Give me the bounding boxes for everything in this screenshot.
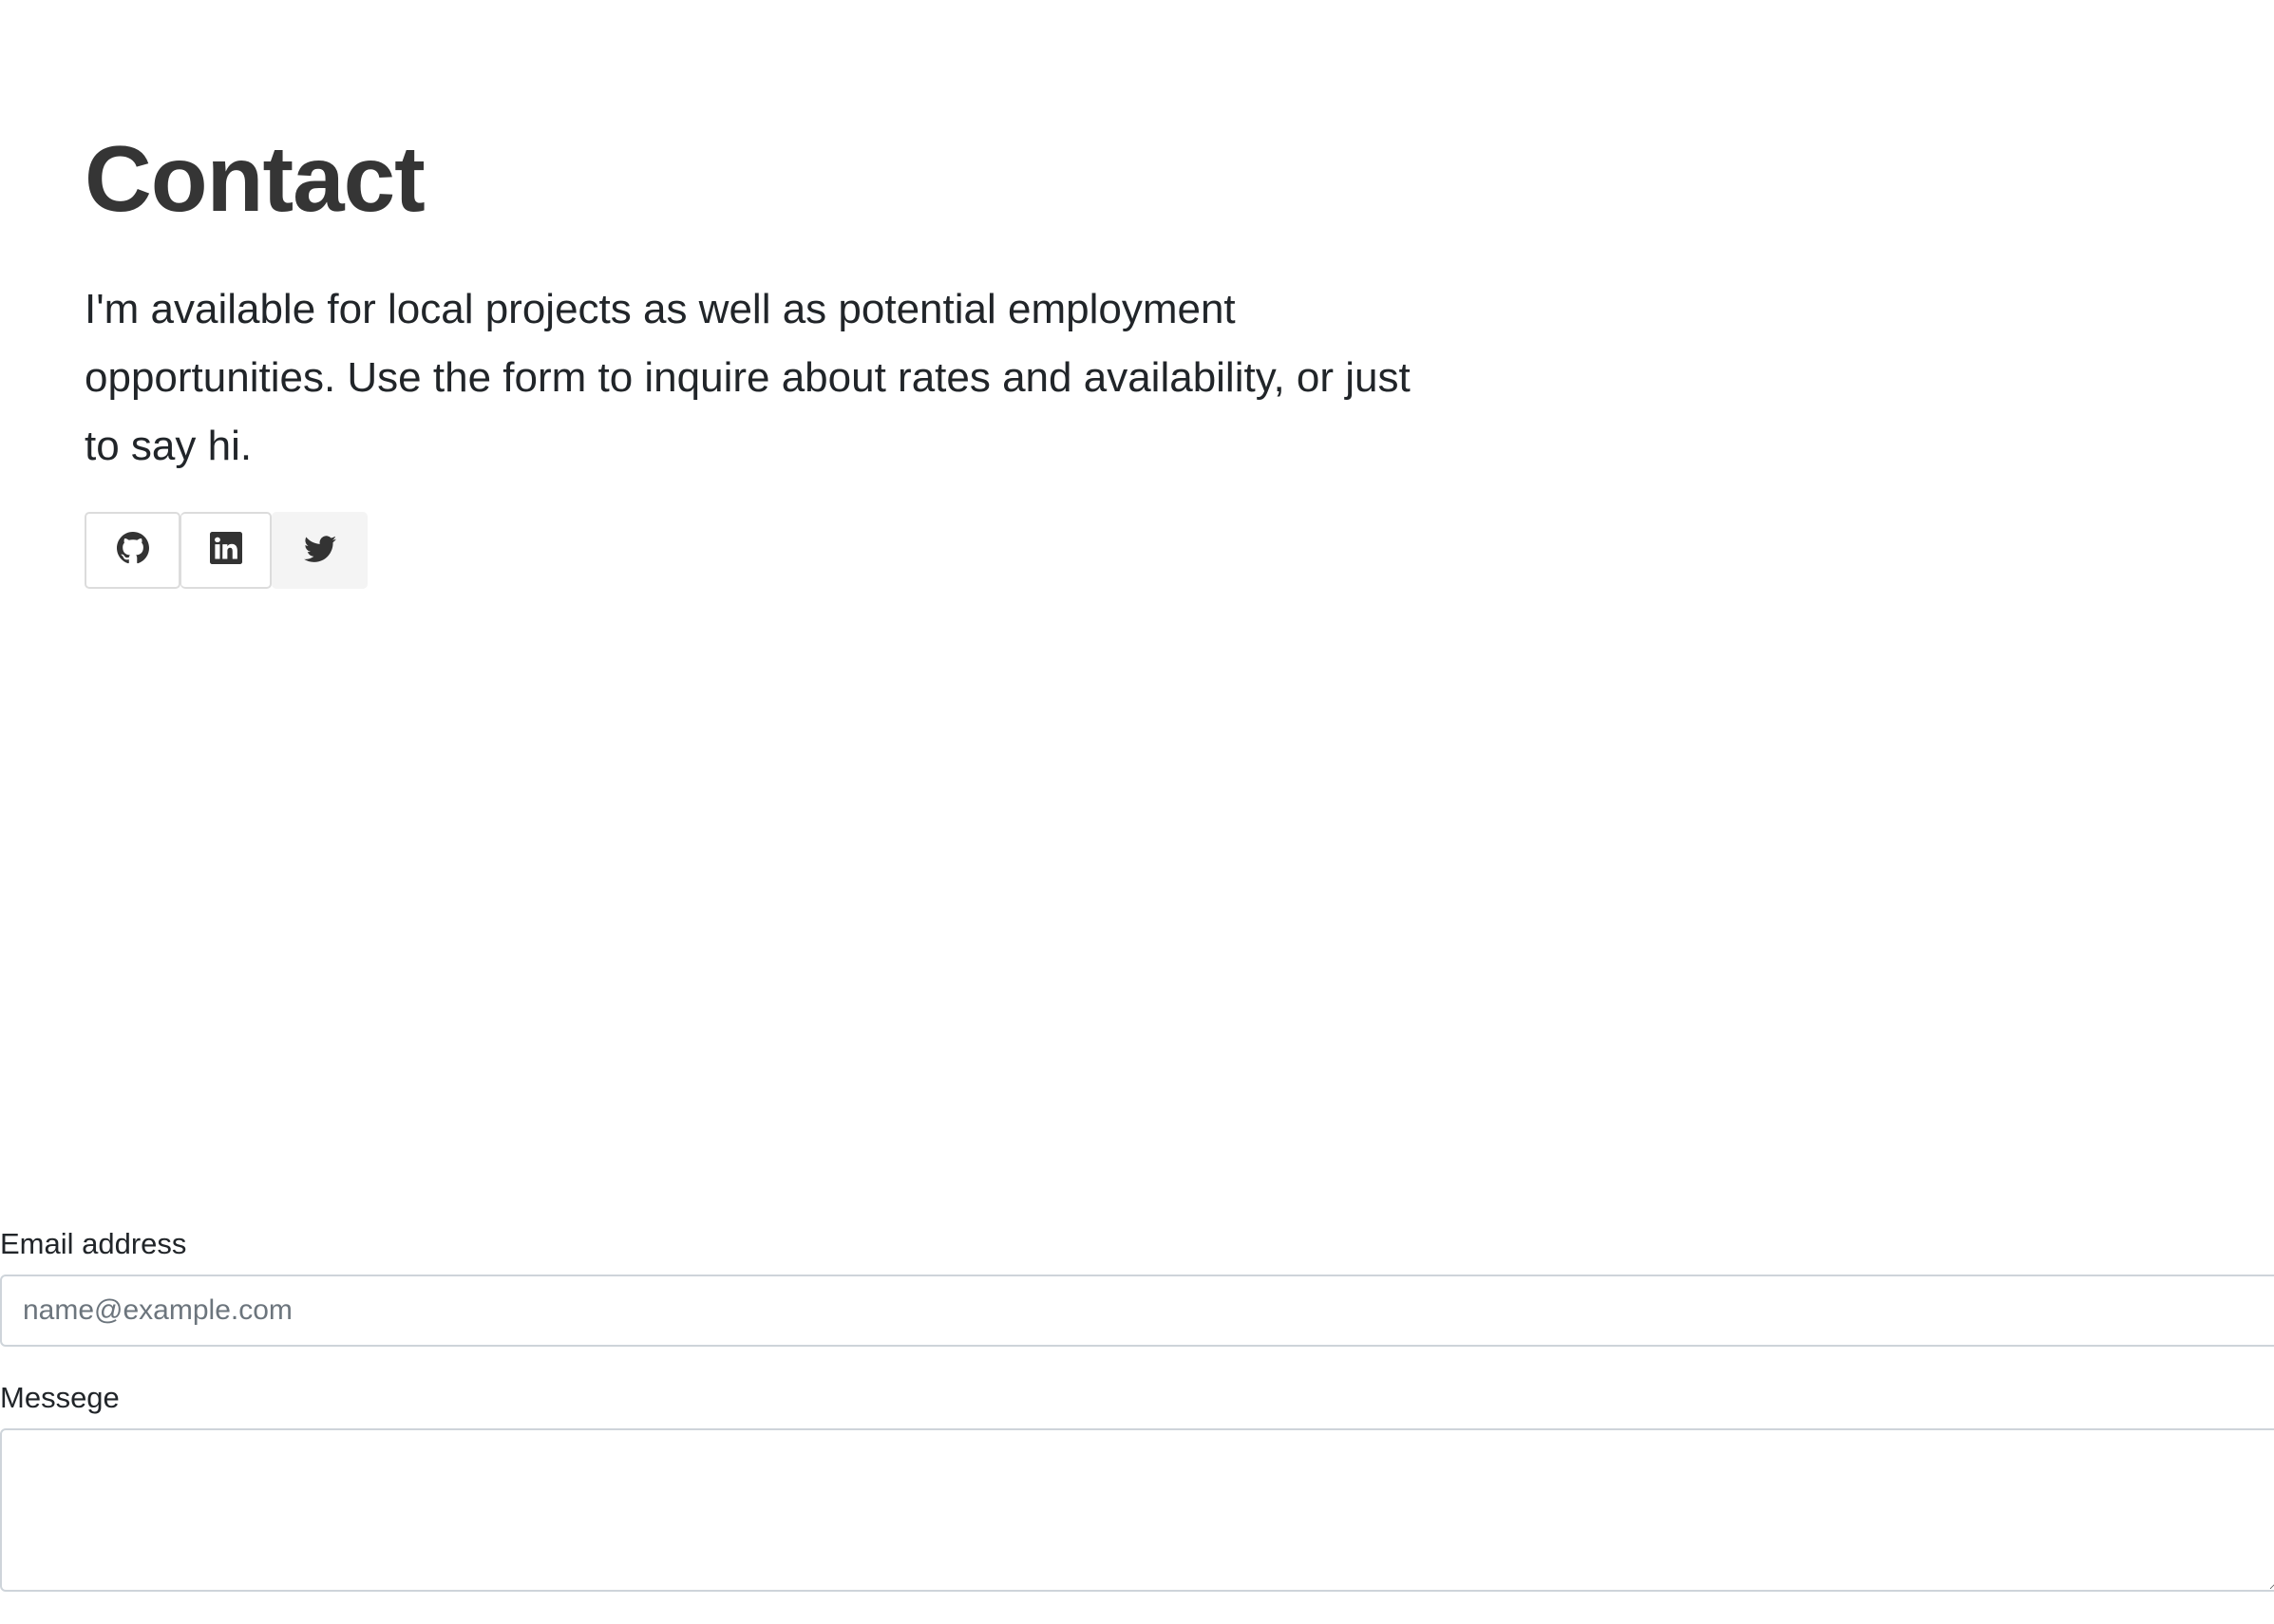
social-links	[85, 512, 368, 589]
linkedin-icon	[209, 532, 242, 569]
github-button[interactable]	[85, 512, 180, 589]
intro-text: I'm available for local projects as well…	[85, 285, 1411, 469]
message-label: Messege	[0, 1381, 120, 1414]
contact-form: Email address Messege	[0, 1225, 2274, 1592]
email-field[interactable]	[0, 1275, 2274, 1347]
contact-section: Contact I'm available for local projects…	[85, 123, 1433, 481]
github-icon	[116, 532, 149, 569]
message-field[interactable]	[0, 1428, 2274, 1592]
twitter-button[interactable]	[272, 512, 368, 589]
page: Contact I'm available for local projects…	[0, 0, 2274, 1624]
email-label: Email address	[0, 1227, 187, 1260]
twitter-icon	[303, 532, 336, 569]
page-title: Contact	[85, 126, 426, 231]
linkedin-button[interactable]	[180, 512, 272, 589]
